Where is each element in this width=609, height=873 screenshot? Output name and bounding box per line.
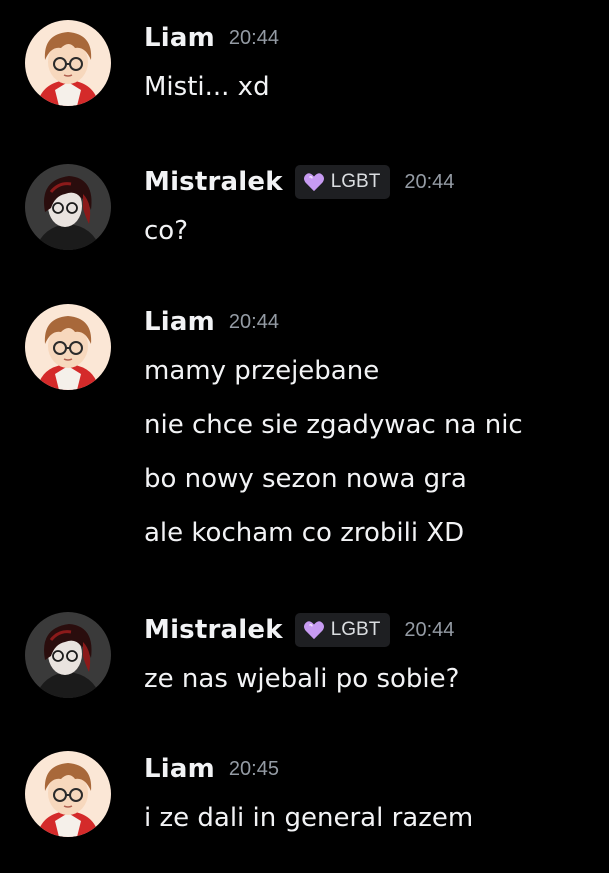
message-line: ale kocham co zrobili XD: [144, 518, 465, 548]
liam-avatar-icon[interactable]: [25, 20, 111, 106]
message-content: Misti... xd: [144, 60, 270, 114]
role-badge[interactable]: LGBT: [294, 165, 391, 199]
timestamp: 20:44: [228, 310, 279, 333]
chat-message-list: Liam 20:44 Misti... xd Mistralek LGBT 20…: [0, 0, 609, 873]
timestamp: 20:44: [404, 618, 455, 641]
message-line: nie chce sie zgadywac na nic: [144, 410, 523, 440]
message-header: Mistralek LGBT 20:44: [144, 164, 454, 200]
message-content: mamy przejebane nie chce sie zgadywac na…: [144, 344, 523, 560]
purple-heart-icon: [303, 621, 324, 640]
purple-heart-icon: [303, 173, 324, 192]
message-line: co?: [144, 216, 189, 246]
timestamp: 20:44: [228, 26, 279, 49]
message-header: Liam 20:44: [144, 304, 279, 340]
message-header: Mistralek LGBT 20:44: [144, 612, 454, 648]
mistralek-avatar-icon[interactable]: [25, 612, 111, 698]
liam-avatar-icon[interactable]: [25, 751, 111, 837]
message-content: i ze dali in general razem: [144, 791, 473, 845]
message-line: Misti... xd: [144, 72, 270, 102]
message-content: co?: [144, 204, 188, 258]
message-line: ze nas wjebali po sobie?: [144, 664, 460, 694]
message-header: Liam 20:45: [144, 751, 279, 787]
message-line: bo nowy sezon nowa gra: [144, 464, 467, 494]
message-line: mamy przejebane: [144, 356, 380, 386]
role-badge[interactable]: LGBT: [294, 613, 391, 647]
author-name[interactable]: Liam: [144, 754, 215, 784]
author-name[interactable]: Liam: [144, 307, 215, 337]
liam-avatar-icon[interactable]: [25, 304, 111, 390]
mistralek-avatar-icon[interactable]: [25, 164, 111, 250]
timestamp: 20:44: [404, 170, 455, 193]
author-name[interactable]: Liam: [144, 23, 215, 53]
author-name[interactable]: Mistralek: [144, 615, 283, 645]
message-content: ze nas wjebali po sobie?: [144, 652, 459, 706]
message-line: i ze dali in general razem: [144, 803, 474, 833]
message-header: Liam 20:44: [144, 20, 279, 56]
timestamp: 20:45: [228, 757, 279, 780]
author-name[interactable]: Mistralek: [144, 167, 283, 197]
badge-label: LGBT: [330, 619, 381, 640]
badge-label: LGBT: [330, 171, 381, 192]
